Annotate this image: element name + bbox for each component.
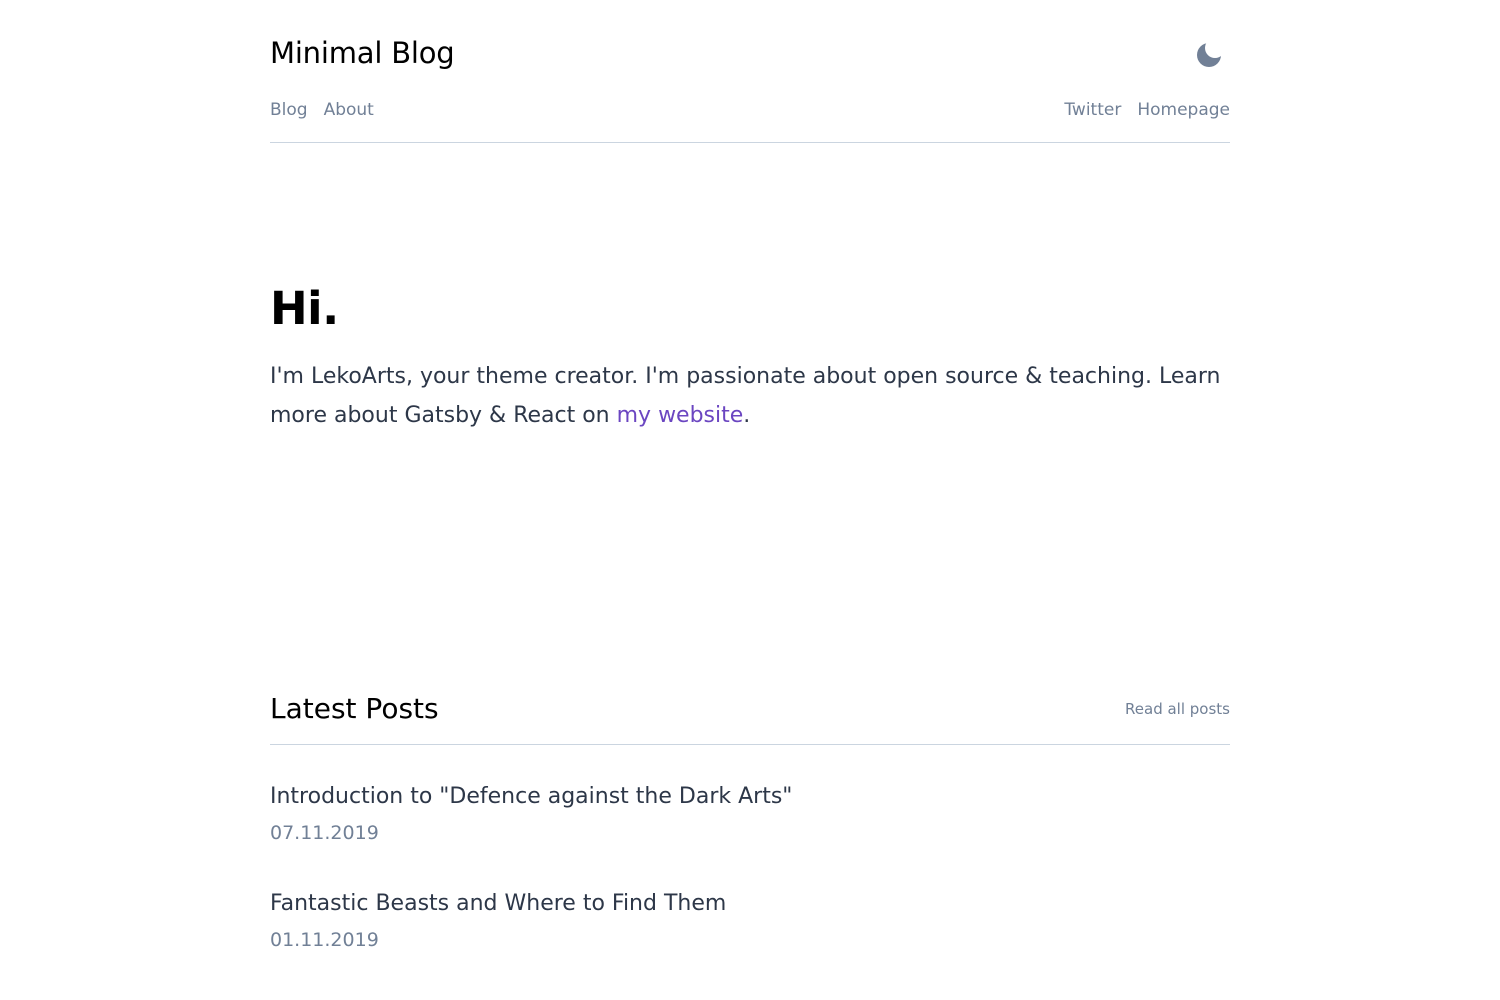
post-date: 01.11.2019 <box>270 929 379 951</box>
post-list-item: Fantastic Beasts and Where to Find Them … <box>270 887 1230 994</box>
link-twitter[interactable]: Twitter <box>1064 100 1121 120</box>
nav-link-about[interactable]: About <box>324 100 374 120</box>
my-website-link[interactable]: my website <box>617 403 744 428</box>
site-title[interactable]: Minimal Blog <box>270 36 455 70</box>
moon-icon <box>1197 43 1221 67</box>
header-divider <box>270 142 1230 143</box>
post-list: Introduction to "Defence against the Dar… <box>270 780 1230 994</box>
theme-toggle-button[interactable] <box>1196 42 1222 68</box>
link-homepage[interactable]: Homepage <box>1137 100 1230 120</box>
hero-intro-text: I'm LekoArts, your theme creator. I'm pa… <box>270 357 1230 435</box>
post-list-item: Introduction to "Defence against the Dar… <box>270 780 1230 887</box>
read-all-posts-link[interactable]: Read all posts <box>1125 700 1230 718</box>
post-title-link[interactable]: Introduction to "Defence against the Dar… <box>270 780 1230 814</box>
hero-text-end: . <box>743 403 751 428</box>
post-title-link[interactable]: Fantastic Beasts and Where to Find Them <box>270 887 1230 921</box>
latest-posts-divider <box>270 744 1230 745</box>
page-container: Minimal Blog Blog About Twitter Homepage… <box>270 0 1230 1000</box>
hero-heading: Hi. <box>270 282 339 335</box>
external-links: Twitter Homepage <box>1064 100 1230 120</box>
main-nav: Blog About <box>270 100 374 120</box>
post-date: 07.11.2019 <box>270 822 379 844</box>
nav-link-blog[interactable]: Blog <box>270 100 308 120</box>
latest-posts-title: Latest Posts <box>270 692 439 725</box>
